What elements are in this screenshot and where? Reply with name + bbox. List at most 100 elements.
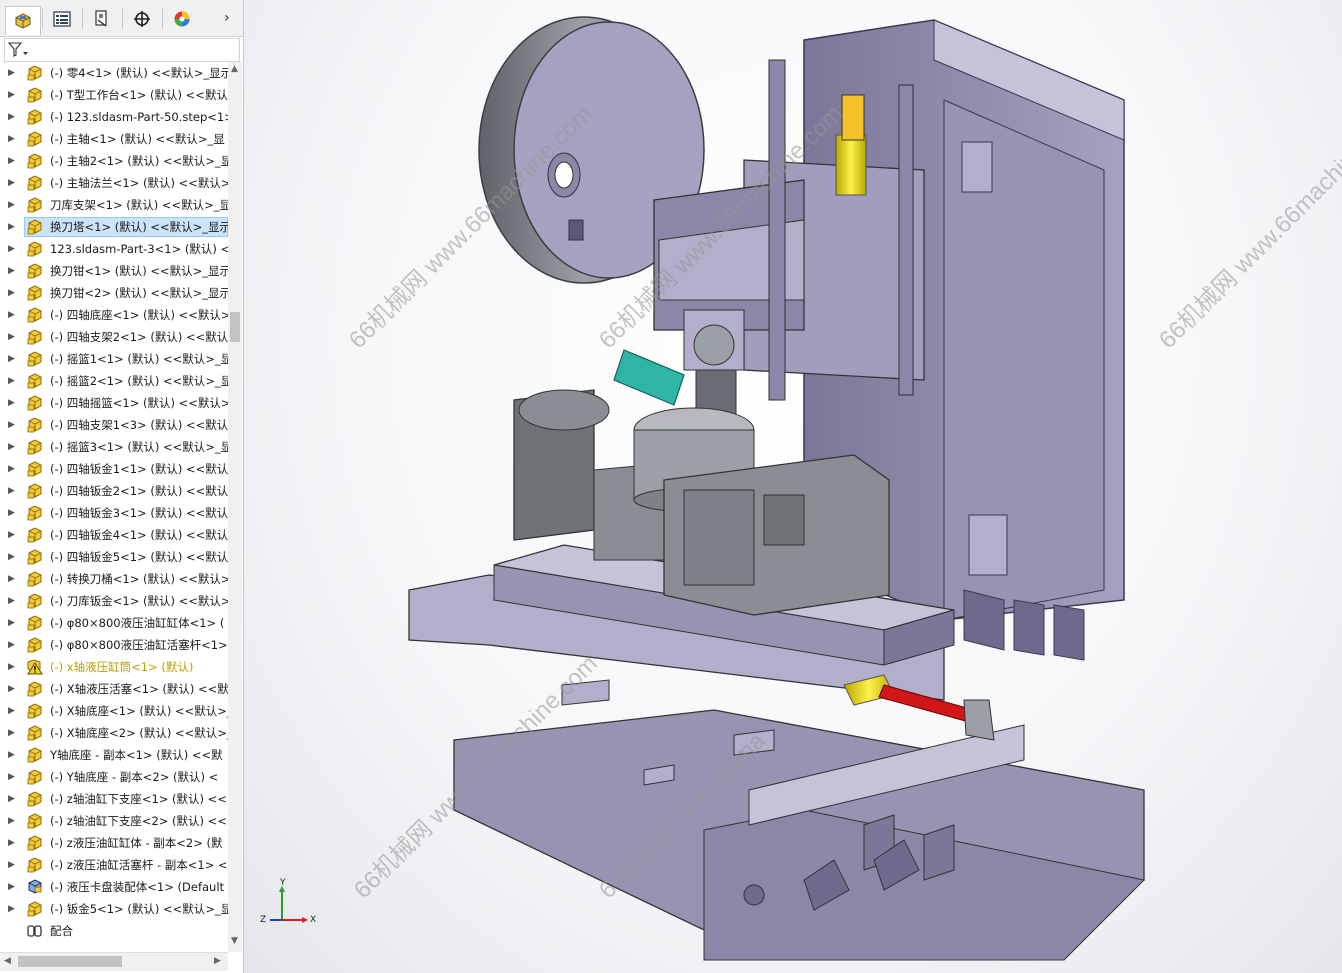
- expand-arrow-icon[interactable]: ▶: [8, 304, 15, 326]
- expand-arrow-icon[interactable]: ▶: [8, 832, 15, 854]
- dimxpert-manager-tab-icon[interactable]: [125, 6, 159, 32]
- scroll-up-arrow-icon[interactable]: ▲: [231, 64, 238, 74]
- expand-arrow-icon[interactable]: ▶: [8, 788, 15, 810]
- tree-item[interactable]: ▶ (-) X轴底座<1> (默认) <<默认>_: [0, 700, 228, 722]
- tree-item[interactable]: ▶ (-) 四轴钣金5<1> (默认) <<默认>: [0, 546, 228, 568]
- property-manager-tab-icon[interactable]: [45, 6, 79, 32]
- tree-item[interactable]: ▶ (-) 摇篮3<1> (默认) <<默认>_显: [0, 436, 228, 458]
- scroll-down-arrow-icon[interactable]: ▼: [231, 936, 238, 946]
- expand-arrow-icon[interactable]: ▶: [8, 678, 15, 700]
- expand-arrow-icon[interactable]: ▶: [8, 590, 15, 612]
- tree-item[interactable]: ▶ 换刀钳<2> (默认) <<默认>_显示: [0, 282, 228, 304]
- tree-item[interactable]: ▶ (-) 摇篮1<1> (默认) <<默认>_显: [0, 348, 228, 370]
- tree-item[interactable]: ▶ (-) φ80×800液压油缸活塞杆<1> (: [0, 634, 228, 656]
- vertical-scroll-thumb[interactable]: [230, 312, 240, 342]
- expand-arrow-icon[interactable]: ▶: [8, 502, 15, 524]
- tree-item[interactable]: ▶ (-) Y轴底座 - 副本<2> (默认) <: [0, 766, 228, 788]
- expand-arrow-icon[interactable]: ▶: [8, 238, 15, 260]
- expand-arrow-icon[interactable]: ▶: [8, 722, 15, 744]
- tree-item[interactable]: ▶ (-) 主轴法兰<1> (默认) <<默认>: [0, 172, 228, 194]
- expand-arrow-icon[interactable]: ▶: [8, 546, 15, 568]
- tool-changer-arm[interactable]: [613, 349, 685, 406]
- expand-arrow-icon[interactable]: ▶: [8, 128, 15, 150]
- expand-arrow-icon[interactable]: ▶: [8, 656, 15, 678]
- scroll-left-arrow-icon[interactable]: ◀: [4, 956, 11, 966]
- expand-arrow-icon[interactable]: ▶: [8, 744, 15, 766]
- tree-item[interactable]: ▶ (-) 四轴钣金2<1> (默认) <<默认>: [0, 480, 228, 502]
- expand-arrow-icon[interactable]: ▶: [8, 876, 15, 898]
- tree-item[interactable]: ▶ (-) 四轴底座<1> (默认) <<默认>: [0, 304, 228, 326]
- expand-arrow-icon[interactable]: ▶: [8, 634, 15, 656]
- tree-item[interactable]: ▶ (-) φ80×800液压油缸缸体<1> (: [0, 612, 228, 634]
- tree-item[interactable]: ▶ (-) 四轴支架2<1> (默认) <<默认>: [0, 326, 228, 348]
- tree-item[interactable]: ▶ (-) 四轴钣金1<1> (默认) <<默认>: [0, 458, 228, 480]
- tree-vertical-scrollbar[interactable]: ▲ ▼: [228, 62, 242, 952]
- tree-item[interactable]: ▶ (-) 主轴2<1> (默认) <<默认>_显: [0, 150, 228, 172]
- tree-item[interactable]: ▶ (-) 液压卡盘装配体<1> (Default: [0, 876, 228, 898]
- tree-item[interactable]: ▶ 刀库支架<1> (默认) <<默认>_显: [0, 194, 228, 216]
- expand-arrow-icon[interactable]: ▶: [8, 898, 15, 920]
- feature-manager-tab-icon[interactable]: [5, 6, 41, 35]
- expand-arrow-icon[interactable]: ▶: [8, 172, 15, 194]
- expand-arrow-icon[interactable]: ▶: [8, 414, 15, 436]
- tree-item[interactable]: ▶ (-) 主轴<1> (默认) <<默认>_显: [0, 128, 228, 150]
- expand-arrow-icon[interactable]: ▶: [8, 150, 15, 172]
- expand-arrow-icon[interactable]: ▶: [8, 326, 15, 348]
- tree-item[interactable]: ▶ (-) 钣金5<1> (默认) <<默认>_显: [0, 898, 228, 920]
- tree-item[interactable]: ▶ 换刀塔<1> (默认) <<默认>_显示: [0, 216, 228, 238]
- expand-arrow-icon[interactable]: ▶: [8, 106, 15, 128]
- tree-item[interactable]: ▶ (-) 四轴摇篮<1> (默认) <<默认>: [0, 392, 228, 414]
- tree-item[interactable]: ▶ (-) z液压油缸活塞杆 - 副本<1> <: [0, 854, 228, 876]
- tree-horizontal-scrollbar[interactable]: ◀ ▶: [0, 952, 228, 971]
- expand-arrow-icon[interactable]: ▶: [8, 700, 15, 722]
- expand-arrow-icon[interactable]: ▶: [8, 612, 15, 634]
- expand-arrow-icon[interactable]: ▶: [8, 62, 15, 84]
- expand-arrow-icon[interactable]: ▶: [8, 84, 15, 106]
- expand-arrow-icon[interactable]: ▶: [8, 282, 15, 304]
- tree-item[interactable]: ▶ (-) 零4<1> (默认) <<默认>_显示: [0, 62, 228, 84]
- horizontal-scroll-thumb[interactable]: [18, 956, 122, 967]
- tree-item[interactable]: ▶ (-) x轴液压缸筒<1> (默认): [0, 656, 228, 678]
- tree-item[interactable]: 配合: [0, 920, 228, 942]
- part-icon: [26, 549, 44, 565]
- part-icon: [26, 307, 44, 323]
- expand-arrow-icon[interactable]: ▶: [8, 216, 15, 238]
- expand-arrow-icon[interactable]: ▶: [8, 392, 15, 414]
- expand-arrow-icon[interactable]: ▶: [8, 370, 15, 392]
- expand-arrow-icon[interactable]: ▶: [8, 348, 15, 370]
- tree-item[interactable]: ▶ (-) 123.sldasm-Part-50.step<1>: [0, 106, 228, 128]
- expand-arrow-icon[interactable]: ▶: [8, 810, 15, 832]
- expand-arrow-icon[interactable]: ▶: [8, 524, 15, 546]
- tree-item[interactable]: ▶ (-) 四轴钣金3<1> (默认) <<默认>: [0, 502, 228, 524]
- expand-arrow-icon[interactable]: ▶: [8, 458, 15, 480]
- tree-item[interactable]: ▶ 换刀钳<1> (默认) <<默认>_显示: [0, 260, 228, 282]
- tree-item[interactable]: ▶ (-) 转换刀桶<1> (默认) <<默认>: [0, 568, 228, 590]
- tree-item[interactable]: ▶ Y轴底座 - 副本<1> (默认) <<默: [0, 744, 228, 766]
- expand-arrow-icon[interactable]: ▶: [8, 194, 15, 216]
- tree-item[interactable]: ▶ (-) 摇篮2<1> (默认) <<默认>_显: [0, 370, 228, 392]
- tree-item[interactable]: ▶ (-) 四轴钣金4<1> (默认) <<默认>: [0, 524, 228, 546]
- expand-arrow-icon[interactable]: ▶: [8, 766, 15, 788]
- more-tabs-chevron-icon[interactable]: ›: [224, 10, 230, 26]
- tree-filter-bar[interactable]: [4, 38, 240, 62]
- tree-item[interactable]: ▶ (-) z轴油缸下支座<2> (默认) <<: [0, 810, 228, 832]
- tree-item[interactable]: ▶ (-) z轴油缸下支座<1> (默认) <<: [0, 788, 228, 810]
- tree-item[interactable]: ▶ (-) z液压油缸缸体 - 副本<2> (默: [0, 832, 228, 854]
- configuration-manager-tab-icon[interactable]: [85, 6, 119, 32]
- tree-item[interactable]: ▶ (-) T型工作台<1> (默认) <<默认>: [0, 84, 228, 106]
- tree-item[interactable]: ▶ (-) X轴底座<2> (默认) <<默认>_: [0, 722, 228, 744]
- graphics-area[interactable]: 66机械网 www.66machine.com 66机械网 www.66machi…: [244, 0, 1342, 973]
- tree-item[interactable]: ▶ (-) 刀库钣金<1> (默认) <<默认>: [0, 590, 228, 612]
- expand-arrow-icon[interactable]: ▶: [8, 568, 15, 590]
- scroll-right-arrow-icon[interactable]: ▶: [214, 956, 221, 966]
- funnel-icon[interactable]: [8, 42, 30, 58]
- expand-arrow-icon[interactable]: ▶: [8, 480, 15, 502]
- expand-arrow-icon[interactable]: ▶: [8, 260, 15, 282]
- expand-arrow-icon[interactable]: ▶: [8, 854, 15, 876]
- expand-arrow-icon[interactable]: ▶: [8, 436, 15, 458]
- tree-item-label: (-) 四轴支架2<1> (默认) <<默认>: [50, 330, 228, 344]
- display-manager-tab-icon[interactable]: [165, 6, 199, 32]
- tree-item[interactable]: ▶ (-) X轴液压活塞<1> (默认) <<默: [0, 678, 228, 700]
- tree-item[interactable]: ▶ 123.sldasm-Part-3<1> (默认) <: [0, 238, 228, 260]
- tree-item[interactable]: ▶ (-) 四轴支架1<3> (默认) <<默认>: [0, 414, 228, 436]
